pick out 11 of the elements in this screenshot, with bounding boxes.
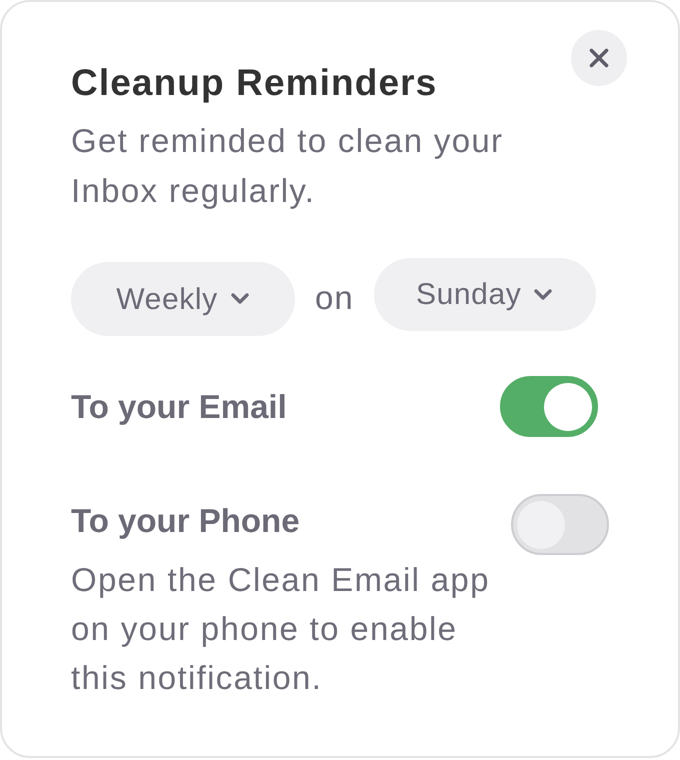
channel-label: To your Email: [71, 386, 287, 426]
dialog-title: Cleanup Reminders: [71, 61, 438, 105]
channel-label: To your Phone: [71, 503, 300, 539]
connector-text: on: [315, 278, 354, 318]
close-icon: [589, 48, 609, 68]
dialog-subtitle: Get reminded to clean your Inbox regularly.: [71, 121, 504, 211]
chevron-down-icon: [533, 288, 554, 300]
chevron-down-icon: [230, 293, 250, 305]
channel-note: Open the Clean Email app on your phone to enable this notification.: [71, 560, 491, 698]
frequency-dropdown[interactable]: Weekly: [71, 262, 295, 336]
day-dropdown[interactable]: Sunday: [374, 258, 596, 331]
